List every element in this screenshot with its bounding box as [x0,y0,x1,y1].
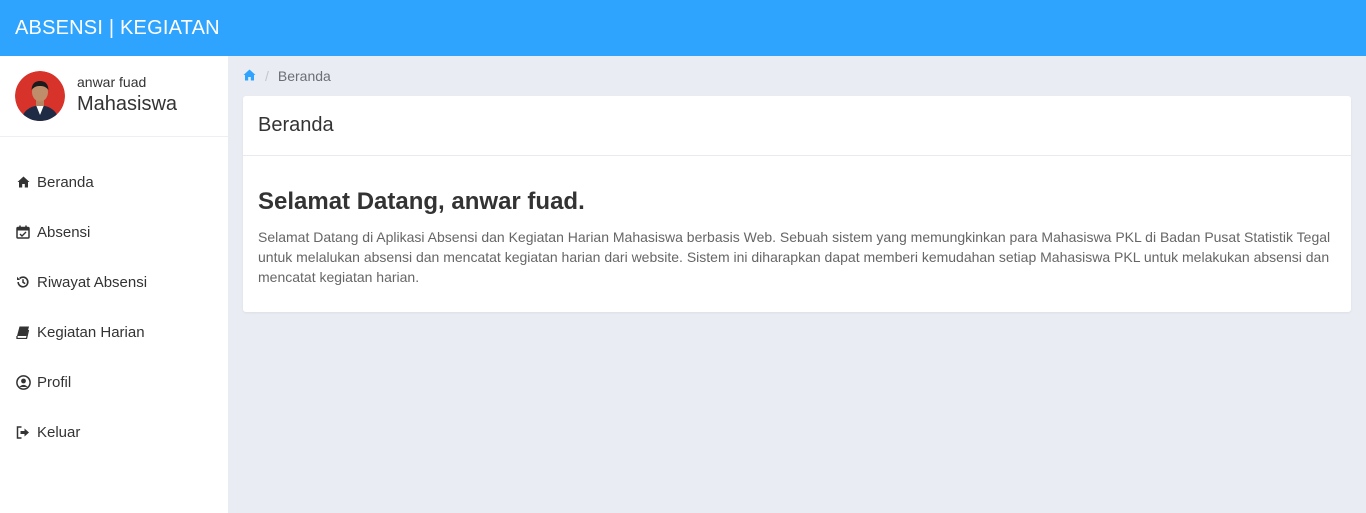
brand-link[interactable]: ABSENSI | KEGIATAN [15,17,220,40]
sidebar-item-label: Riwayat Absensi [37,273,148,291]
sidebar-item-label: Kegiatan Harian [37,323,145,341]
sign-out-icon [15,424,31,440]
breadcrumb-separator: / [265,68,269,84]
user-panel: anwar fuad Mahasiswa [0,56,228,137]
sidebar-item-label: Beranda [37,173,94,191]
sidebar-item-riwayat-absensi[interactable]: Riwayat Absensi [0,257,228,307]
sidebar: anwar fuad Mahasiswa Beranda Absensi Riw… [0,56,228,513]
top-navbar: ABSENSI | KEGIATAN [0,0,1366,56]
home-icon [15,174,31,190]
sidebar-item-profil[interactable]: Profil [0,357,228,407]
sidebar-item-keluar[interactable]: Keluar [0,407,228,457]
sidebar-item-label: Keluar [37,423,81,441]
home-icon [243,68,256,84]
calendar-check-icon [15,224,31,240]
welcome-title: Selamat Datang, anwar fuad. [258,188,585,215]
user-role: Mahasiswa [77,93,178,115]
card-body: Selamat Datang, anwar fuad. Selamat Data… [243,156,1351,287]
history-icon [15,274,31,290]
user-circle-icon [15,374,31,390]
sidebar-item-kegiatan-harian[interactable]: Kegiatan Harian [0,307,228,357]
main-content: / Beranda Beranda Selamat Datang, anwar … [228,56,1366,513]
book-icon [15,324,31,340]
sidebar-item-label: Profil [37,373,72,391]
sidebar-item-absensi[interactable]: Absensi [0,207,228,257]
welcome-text: Selamat Datang di Aplikasi Absensi dan K… [258,229,1331,285]
breadcrumb-home-link[interactable] [243,68,256,84]
sidebar-item-label: Absensi [37,223,91,241]
home-card: Beranda Selamat Datang, anwar fuad. Sela… [243,96,1351,312]
user-name: anwar fuad [77,74,147,90]
breadcrumb-current: Beranda [277,68,331,84]
card-title: Beranda [243,96,1351,156]
breadcrumb: / Beranda [228,56,1366,96]
sidebar-menu: Beranda Absensi Riwayat Absensi Kegiatan… [0,157,228,457]
avatar [15,71,65,121]
sidebar-item-beranda[interactable]: Beranda [0,157,228,207]
